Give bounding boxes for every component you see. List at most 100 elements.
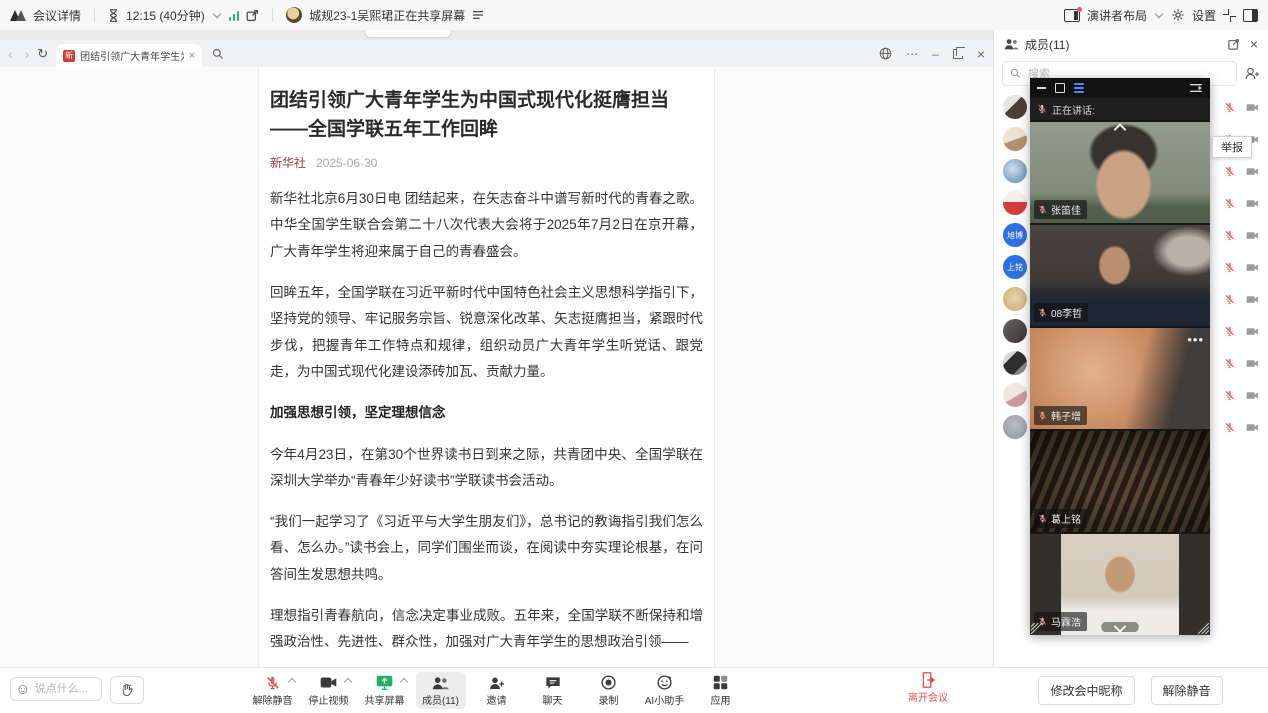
browser-back-forward-icons[interactable]: ‹ › xyxy=(8,46,33,62)
unmute-button[interactable]: 解除静音 xyxy=(248,672,298,709)
avatar: 上铭 xyxy=(1003,255,1027,279)
sharing-toolbar-notch[interactable] xyxy=(365,30,451,37)
mic-muted-icon[interactable] xyxy=(1224,326,1235,337)
shared-screen-area: ‹ › ↻ 新 团结引领广大青年学生为中... × ⋯ – × 团结引领广大青年… xyxy=(0,30,993,668)
resize-handle[interactable] xyxy=(1198,623,1209,634)
speaking-indicator: 正在讲话: xyxy=(1030,98,1210,120)
video-tile[interactable]: ••• 韩子增 xyxy=(1030,328,1210,429)
camera-icon[interactable] xyxy=(1246,198,1259,209)
mic-muted-icon[interactable] xyxy=(1224,102,1235,113)
share-link-icon[interactable] xyxy=(246,9,259,22)
camera-icon[interactable] xyxy=(1246,102,1259,113)
settings-button[interactable]: 设置 xyxy=(1192,7,1216,24)
camera-icon[interactable] xyxy=(1246,326,1259,337)
camera-icon[interactable] xyxy=(1246,390,1259,401)
avatar xyxy=(1003,383,1027,407)
chevron-up-icon[interactable] xyxy=(287,679,297,690)
meeting-details-button[interactable]: 会议详情 xyxy=(33,7,81,24)
mic-muted-icon xyxy=(265,675,280,691)
article-paragraph: 今年4月23日，在第30个世界读书日到来之际，共青团中央、全国学联在深圳大学举办… xyxy=(270,442,703,495)
camera-icon[interactable] xyxy=(1246,166,1259,177)
chevron-down-icon[interactable] xyxy=(1102,622,1139,632)
apps-button[interactable]: 应用 xyxy=(696,672,746,709)
article-source: 新华社 xyxy=(270,156,306,170)
mic-muted-icon[interactable] xyxy=(1224,230,1235,241)
ai-assistant-button[interactable]: AI小助手 xyxy=(640,672,690,709)
record-button[interactable]: 录制 xyxy=(584,672,634,709)
add-person-icon[interactable] xyxy=(1245,67,1260,80)
camera-icon[interactable] xyxy=(1246,358,1259,369)
popout-panel-icon[interactable] xyxy=(1228,38,1240,50)
more-menu-icon[interactable]: ⋯ xyxy=(906,47,918,61)
exit-fullscreen-icon[interactable] xyxy=(1223,9,1236,22)
unmute-footer-button[interactable]: 解除静音 xyxy=(1151,676,1223,705)
article-subheading: 加强思想引领，坚定理想信念 xyxy=(270,400,703,426)
collapse-right-icon[interactable] xyxy=(1189,83,1203,93)
globe-icon[interactable] xyxy=(879,47,892,60)
avatar xyxy=(1003,415,1027,439)
article-paragraph: 新华社北京6月30日电 团结起来，在矢志奋斗中谱写新时代的青春之歌。中华全国学生… xyxy=(270,186,703,265)
layout-chevron-down-icon[interactable] xyxy=(1155,10,1163,18)
resize-handle[interactable] xyxy=(1031,623,1042,634)
article-paragraph: 理想指引青春航向，信念决定事业成败。五年来，全国学联不断保持和增强政治性、先进性… xyxy=(270,603,703,656)
report-button[interactable]: 举报 xyxy=(1212,136,1252,158)
layout-button[interactable]: 演讲者布局 xyxy=(1087,7,1147,24)
restore-window-icon[interactable] xyxy=(953,49,963,59)
share-screen-button[interactable]: 共享屏幕 xyxy=(360,672,410,709)
network-signal-icon[interactable] xyxy=(229,10,240,21)
mic-muted-icon[interactable] xyxy=(1224,390,1235,401)
chat-button[interactable]: 聊天 xyxy=(528,672,578,709)
participant-name-badge: 葛上铭 xyxy=(1034,509,1087,528)
chevron-up-icon[interactable] xyxy=(343,679,353,690)
mic-muted-icon xyxy=(1037,104,1047,114)
members-icon xyxy=(1004,38,1019,50)
article-paragraph: “我们一起学习了《习近平与大学生朋友们》，总书记的教诲指引我们怎么看、怎么办。”… xyxy=(270,509,703,588)
video-tile[interactable]: 马霖浩 xyxy=(1030,534,1210,635)
browser-tab[interactable]: 新 团结引领广大青年学生为中... × xyxy=(56,44,202,67)
minimize-icon[interactable]: – xyxy=(932,47,939,61)
record-icon xyxy=(601,675,616,690)
minimize-strip-icon[interactable] xyxy=(1037,87,1046,89)
mic-muted-icon[interactable] xyxy=(1224,198,1235,209)
speaking-label: 正在讲话: xyxy=(1052,102,1095,117)
camera-icon[interactable] xyxy=(1246,262,1259,273)
expand-strip-icon[interactable] xyxy=(1055,83,1065,93)
avatar xyxy=(1003,351,1027,375)
leave-meeting-icon xyxy=(921,672,936,688)
mic-muted-icon[interactable] xyxy=(1224,422,1235,433)
video-strip[interactable]: 正在讲话: 张笛佳 08李哲 ••• 韩子增 葛上铭 马霖浩 xyxy=(1030,78,1210,635)
timer-chevron-down-icon[interactable] xyxy=(212,10,220,18)
tab-close-icon[interactable]: × xyxy=(189,50,195,62)
mic-muted-icon xyxy=(1038,205,1047,214)
chevron-up-icon[interactable] xyxy=(399,679,409,690)
sidebar-toggle-icon[interactable] xyxy=(1243,9,1258,22)
video-tile[interactable]: 葛上铭 xyxy=(1030,431,1210,532)
rename-button[interactable]: 修改会中昵称 xyxy=(1038,676,1134,705)
article-date: 2025-06-30 xyxy=(316,156,377,170)
mic-muted-icon[interactable] xyxy=(1224,262,1235,273)
camera-icon[interactable] xyxy=(1246,230,1259,241)
search-icon[interactable] xyxy=(212,48,224,60)
leave-meeting-button[interactable]: 离开会议 xyxy=(900,672,956,704)
stop-video-button[interactable]: 停止视频 xyxy=(304,672,354,709)
mic-muted-icon[interactable] xyxy=(1224,294,1235,305)
list-view-icon[interactable] xyxy=(1074,83,1084,93)
mic-muted-icon[interactable] xyxy=(1224,166,1235,177)
browser-refresh-icon[interactable]: ↻ xyxy=(37,46,48,62)
close-window-icon[interactable]: × xyxy=(977,46,985,62)
avatar: 旭博 xyxy=(1003,223,1027,247)
chevron-up-icon[interactable] xyxy=(1116,125,1125,134)
close-panel-icon[interactable]: × xyxy=(1250,36,1258,52)
sharing-menu-icon[interactable] xyxy=(472,10,484,20)
mic-muted-icon[interactable] xyxy=(1224,358,1235,369)
browser-chrome: ‹ › ↻ 新 团结引领广大青年学生为中... × ⋯ – × xyxy=(0,40,993,68)
video-tile[interactable]: 08李哲 xyxy=(1030,225,1210,326)
video-tile[interactable]: 张笛佳 xyxy=(1030,122,1210,223)
more-options-icon[interactable]: ••• xyxy=(1187,332,1204,347)
members-button[interactable]: 成员(11) xyxy=(416,672,466,709)
meeting-timer[interactable]: 12:15 (40分钟) xyxy=(126,7,205,24)
camera-icon[interactable] xyxy=(1246,294,1259,305)
invite-button[interactable]: 邀请 xyxy=(472,672,522,709)
camera-icon[interactable] xyxy=(1246,422,1259,433)
notification-dot xyxy=(1077,7,1082,12)
